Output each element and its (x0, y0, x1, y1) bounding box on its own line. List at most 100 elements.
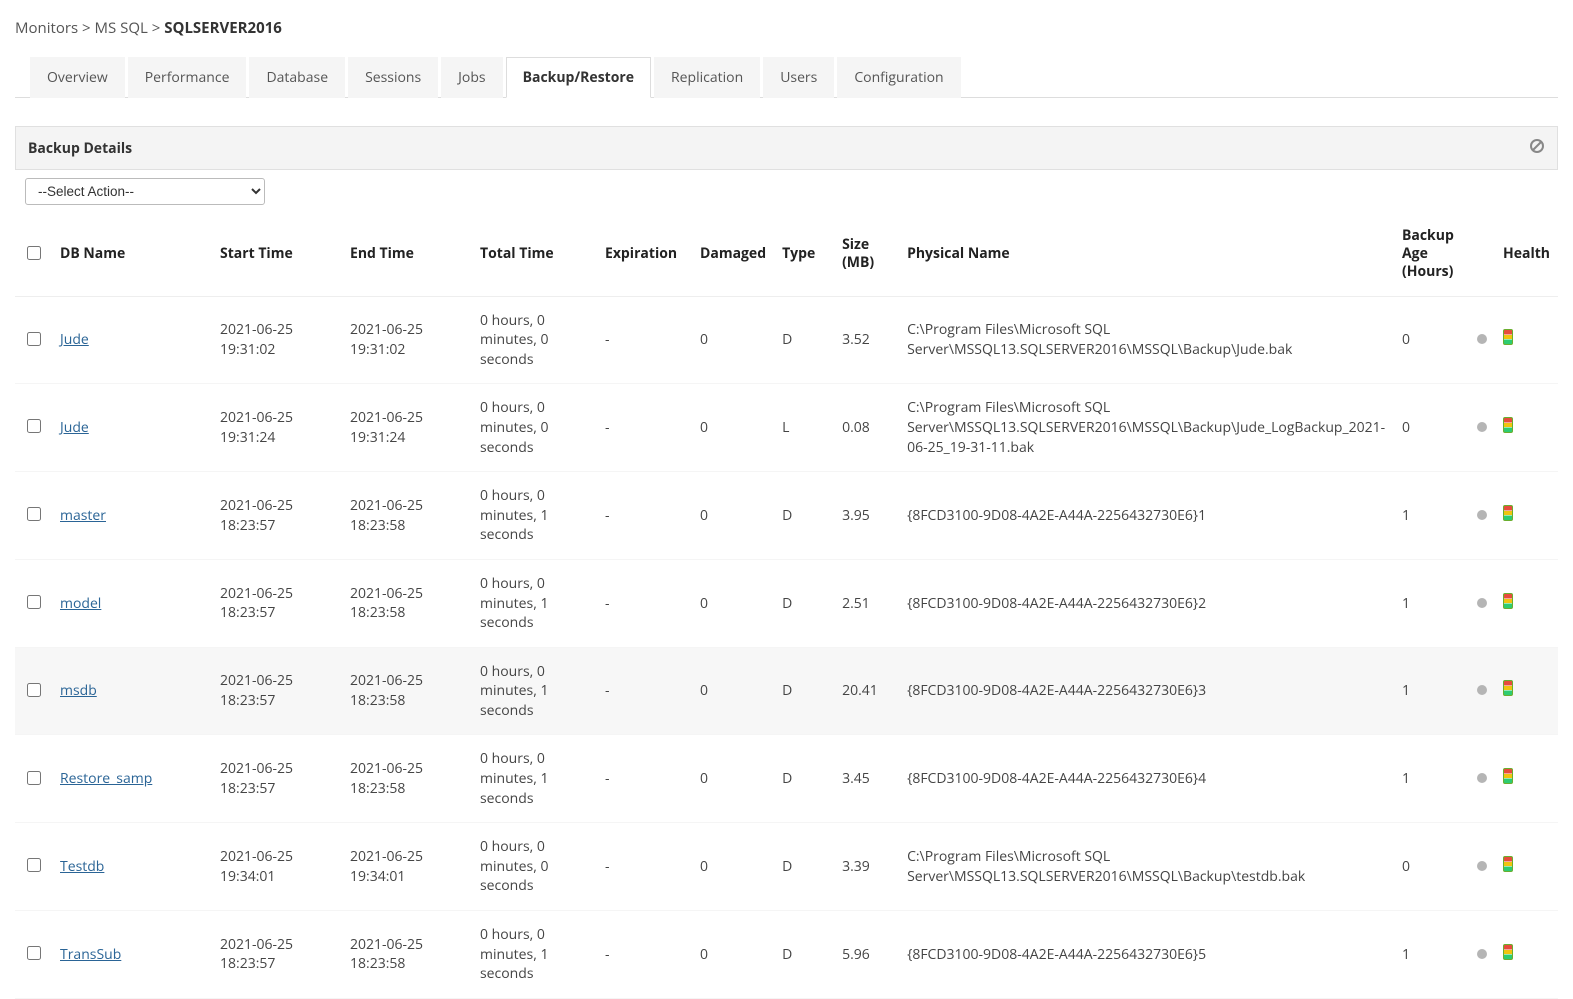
db-name-link[interactable]: TransSub (60, 945, 121, 964)
select-all-checkbox[interactable] (27, 246, 41, 260)
health-icon[interactable] (1503, 944, 1513, 960)
cell-age: 0 (1394, 823, 1469, 911)
tab-jobs[interactable]: Jobs (441, 57, 502, 98)
tab-database[interactable]: Database (249, 57, 345, 98)
cell-size: 3.39 (834, 823, 899, 911)
table-row: Jude2021-06-25 19:31:242021-06-25 19:31:… (15, 384, 1558, 472)
cell-type: D (774, 559, 834, 647)
tab-configuration[interactable]: Configuration (837, 57, 960, 98)
cell-total: 0 hours, 0 minutes, 0 seconds (472, 823, 597, 911)
row-checkbox[interactable] (27, 595, 41, 609)
cell-end: 2021-06-25 18:23:58 (342, 559, 472, 647)
health-icon[interactable] (1503, 680, 1513, 696)
cell-dmg: 0 (692, 911, 774, 999)
db-name-link[interactable]: model (60, 594, 101, 613)
cell-dmg: 0 (692, 559, 774, 647)
tab-performance[interactable]: Performance (128, 57, 247, 98)
cell-size: 5.96 (834, 911, 899, 999)
db-name-link[interactable]: Testdb (60, 857, 104, 876)
breadcrumb-level1[interactable]: MS SQL (95, 18, 148, 38)
row-checkbox[interactable] (27, 683, 41, 697)
cell-total: 0 hours, 0 minutes, 1 seconds (472, 911, 597, 999)
table-row: master2021-06-25 18:23:572021-06-25 18:2… (15, 472, 1558, 560)
action-bar: --Select Action-- (15, 170, 1558, 213)
cell-exp: - (597, 384, 692, 472)
row-checkbox[interactable] (27, 858, 41, 872)
health-icon[interactable] (1503, 856, 1513, 872)
cell-type: D (774, 296, 834, 384)
breadcrumb-root[interactable]: Monitors (15, 18, 78, 38)
health-icon[interactable] (1503, 768, 1513, 784)
db-name-link[interactable]: Jude (60, 418, 89, 437)
cell-type: D (774, 472, 834, 560)
status-dot-icon (1477, 773, 1487, 783)
panel-header: Backup Details (15, 126, 1558, 170)
db-name-link[interactable]: Restore_samp (60, 769, 152, 788)
cell-age: 0 (1394, 296, 1469, 384)
cell-type: D (774, 735, 834, 823)
cell-end: 2021-06-25 18:23:58 (342, 647, 472, 735)
header-type[interactable]: Type (774, 213, 834, 296)
cell-type: L (774, 384, 834, 472)
tab-backup-restore[interactable]: Backup/Restore (506, 57, 651, 98)
health-icon[interactable] (1503, 417, 1513, 433)
tab-sessions[interactable]: Sessions (348, 57, 438, 98)
cell-size: 3.52 (834, 296, 899, 384)
tabs: OverviewPerformanceDatabaseSessionsJobsB… (15, 56, 1558, 98)
status-dot-icon (1477, 685, 1487, 695)
tab-users[interactable]: Users (763, 57, 834, 98)
header-db[interactable]: DB Name (52, 213, 212, 296)
cell-total: 0 hours, 0 minutes, 0 seconds (472, 384, 597, 472)
cell-age: 1 (1394, 472, 1469, 560)
row-checkbox[interactable] (27, 507, 41, 521)
disable-icon[interactable] (1529, 137, 1545, 159)
cell-start: 2021-06-25 19:34:01 (212, 823, 342, 911)
header-age[interactable]: Backup Age (Hours) (1394, 213, 1469, 296)
header-dmg[interactable]: Damaged (692, 213, 774, 296)
header-phys[interactable]: Physical Name (899, 213, 1394, 296)
db-name-link[interactable]: msdb (60, 681, 97, 700)
header-size[interactable]: Size (MB) (834, 213, 899, 296)
cell-exp: - (597, 823, 692, 911)
cell-dmg: 0 (692, 384, 774, 472)
action-select[interactable]: --Select Action-- (25, 178, 265, 205)
row-checkbox[interactable] (27, 332, 41, 346)
cell-age: 1 (1394, 735, 1469, 823)
cell-exp: - (597, 472, 692, 560)
cell-total: 0 hours, 0 minutes, 1 seconds (472, 472, 597, 560)
tab-overview[interactable]: Overview (30, 57, 125, 98)
cell-phys: C:\Program Files\Microsoft SQL Server\MS… (899, 384, 1394, 472)
cell-end: 2021-06-25 19:31:02 (342, 296, 472, 384)
cell-phys: {8FCD3100-9D08-4A2E-A44A-2256432730E6}3 (899, 647, 1394, 735)
row-checkbox[interactable] (27, 419, 41, 433)
cell-total: 0 hours, 0 minutes, 1 seconds (472, 647, 597, 735)
cell-phys: C:\Program Files\Microsoft SQL Server\MS… (899, 823, 1394, 911)
header-start[interactable]: Start Time (212, 213, 342, 296)
header-end[interactable]: End Time (342, 213, 472, 296)
health-icon[interactable] (1503, 329, 1513, 345)
cell-type: D (774, 823, 834, 911)
cell-exp: - (597, 735, 692, 823)
table-row: model2021-06-25 18:23:572021-06-25 18:23… (15, 559, 1558, 647)
status-dot-icon (1477, 510, 1487, 520)
cell-age: 1 (1394, 911, 1469, 999)
header-exp[interactable]: Expiration (597, 213, 692, 296)
db-name-link[interactable]: master (60, 506, 106, 525)
health-icon[interactable] (1503, 505, 1513, 521)
tab-replication[interactable]: Replication (654, 57, 760, 98)
cell-dmg: 0 (692, 823, 774, 911)
header-health[interactable]: Health (1495, 213, 1558, 296)
cell-end: 2021-06-25 18:23:58 (342, 735, 472, 823)
cell-size: 3.45 (834, 735, 899, 823)
status-dot-icon (1477, 861, 1487, 871)
health-icon[interactable] (1503, 593, 1513, 609)
db-name-link[interactable]: Jude (60, 330, 89, 349)
cell-dmg: 0 (692, 472, 774, 560)
status-dot-icon (1477, 949, 1487, 959)
row-checkbox[interactable] (27, 771, 41, 785)
cell-end: 2021-06-25 18:23:58 (342, 472, 472, 560)
cell-total: 0 hours, 0 minutes, 1 seconds (472, 735, 597, 823)
header-total[interactable]: Total Time (472, 213, 597, 296)
cell-exp: - (597, 296, 692, 384)
row-checkbox[interactable] (27, 946, 41, 960)
